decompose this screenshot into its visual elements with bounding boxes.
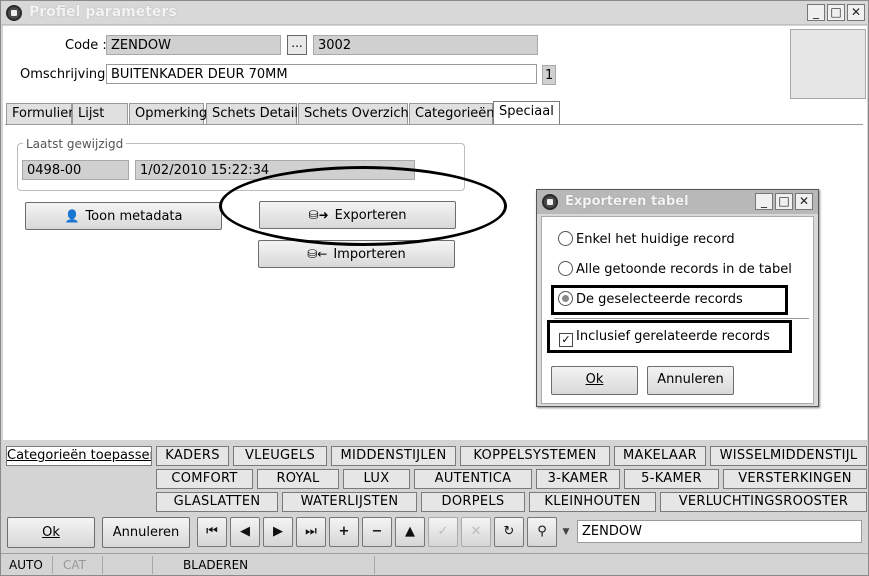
status-empty (105, 556, 153, 574)
app-icon (6, 5, 22, 21)
category-dorpels[interactable]: DORPELS (421, 492, 525, 512)
category-comfort[interactable]: COMFORT (156, 469, 253, 489)
status-auto: AUTO (1, 556, 53, 574)
dialog-ok-button[interactable]: Ok (551, 366, 638, 395)
category-verluchtingsrooster[interactable]: VERLUCHTINGSROOSTER (660, 492, 867, 512)
annotation-box-selected (551, 285, 788, 315)
category-lux[interactable]: LUX (343, 469, 410, 489)
person-icon: 👤 (64, 209, 80, 223)
last-modified-title: Laatst gewijzigd (23, 137, 127, 151)
close-icon[interactable]: ✕ (847, 4, 865, 21)
category-kaders[interactable]: KADERS (156, 446, 229, 466)
browse-button[interactable]: ... (287, 35, 307, 55)
image-preview (790, 29, 866, 99)
dialog-title-bar: Exporteren tabel _ □ ✕ (537, 190, 818, 214)
profile-parameters-window: Profiel parameters _ □ ✕ Code : ZENDOW .… (0, 0, 869, 576)
add-record-icon[interactable]: + (329, 517, 359, 547)
category-middenstijlen[interactable]: MIDDENSTIJLEN (331, 446, 456, 466)
category-3-kamer[interactable]: 3-KAMER (536, 469, 620, 489)
title-bar: Profiel parameters _ □ ✕ (1, 1, 868, 25)
category-vleugels[interactable]: VLEUGELS (233, 446, 327, 466)
previous-record-icon[interactable]: ◀ (230, 517, 260, 547)
category-waterlijsten[interactable]: WATERLIJSTEN (282, 492, 417, 512)
category-makelaar[interactable]: MAKELAAR (614, 446, 706, 466)
apply-categories-button[interactable]: Categorieën toepassen (6, 446, 152, 466)
search-input[interactable]: ZENDOW (577, 520, 862, 543)
dialog-maximize-icon[interactable]: □ (775, 193, 793, 210)
option-all-records[interactable]: Alle getoonde records in de tabel (558, 261, 792, 277)
option-current-record-label: Enkel het huidige record (576, 232, 735, 247)
tab-categorieen[interactable]: Categorieën (409, 103, 495, 124)
edit-record-icon[interactable]: ▲ (395, 517, 425, 547)
cancel-edit-icon: ✕ (461, 517, 491, 547)
search-dropdown-icon[interactable]: ▼ (560, 517, 572, 547)
ok-button[interactable]: Ok (7, 517, 95, 548)
tab-lijst[interactable]: Lijst (72, 103, 128, 124)
refresh-icon[interactable]: ↻ (494, 517, 524, 547)
confirm-icon: ✓ (428, 517, 458, 547)
maximize-icon[interactable]: □ (827, 4, 845, 21)
status-cat: CAT (55, 556, 103, 574)
tab-schets-detail[interactable]: Schets Detail (206, 103, 298, 124)
next-record-icon[interactable]: ▶ (263, 517, 293, 547)
import-label: Importeren (333, 247, 406, 262)
category-royal[interactable]: ROYAL (257, 469, 339, 489)
omschrijving-index: 1 (542, 65, 556, 85)
show-metadata-button[interactable]: 👤 Toon metadata (25, 202, 222, 230)
tab-opmerking[interactable]: Opmerking (129, 103, 207, 124)
code-number-field: 3002 (313, 35, 538, 55)
code-label: Code : (65, 38, 107, 53)
category-glaslatten[interactable]: GLASLATTEN (156, 492, 278, 512)
tab-speciaal[interactable]: Speciaal (493, 101, 560, 125)
dialog-close-icon[interactable]: ✕ (795, 193, 813, 210)
annotation-box-related (547, 320, 792, 353)
status-mode: BLADEREN (175, 556, 375, 574)
dialog-cancel-button[interactable]: Annuleren (647, 366, 734, 395)
option-current-record[interactable]: Enkel het huidige record (558, 231, 735, 247)
radio-current-record[interactable] (558, 231, 573, 246)
category-5-kamer[interactable]: 5-KAMER (624, 469, 719, 489)
cancel-button[interactable]: Annuleren (102, 517, 190, 548)
binoculars-search-icon[interactable]: ⚲ (527, 517, 557, 547)
tab-formulier[interactable]: Formulier (6, 103, 74, 124)
last-user-field: 0498-00 (22, 160, 129, 180)
tab-panel-border (5, 124, 863, 125)
window-title: Profiel parameters (29, 4, 177, 20)
option-all-records-label: Alle getoonde records in de tabel (576, 262, 792, 277)
category-autentica[interactable]: AUTENTICA (414, 469, 532, 489)
dialog-minimize-icon[interactable]: _ (755, 193, 773, 210)
status-bar: AUTO CAT BLADEREN (1, 553, 868, 575)
radio-all-records[interactable] (558, 261, 573, 276)
category-versterkingen[interactable]: VERSTERKINGEN (723, 469, 867, 489)
show-metadata-label: Toon metadata (85, 209, 183, 224)
dialog-app-icon (542, 194, 558, 210)
last-record-icon[interactable]: ⏭ (296, 517, 326, 547)
annotation-oval (219, 166, 507, 246)
omschrijving-field[interactable]: BUITENKADER DEUR 70MM (106, 64, 537, 84)
category-koppelsystemen[interactable]: KOPPELSYSTEMEN (460, 446, 610, 466)
code-field[interactable]: ZENDOW (106, 35, 281, 55)
minimize-icon[interactable]: _ (807, 4, 825, 21)
dialog-title: Exporteren tabel (565, 194, 689, 209)
category-kleinhouten[interactable]: KLEINHOUTEN (529, 492, 656, 512)
category-wisselmiddenstijl[interactable]: WISSELMIDDENSTIJL (710, 446, 867, 466)
dialog-divider (554, 318, 809, 319)
database-import-icon: ⛁← (307, 247, 328, 261)
delete-record-icon[interactable]: − (362, 517, 392, 547)
omschrijving-label: Omschrijving : (20, 67, 114, 82)
tab-schets-overzicht[interactable]: Schets Overzicht (298, 103, 414, 124)
first-record-icon[interactable]: ⏮ (197, 517, 227, 547)
